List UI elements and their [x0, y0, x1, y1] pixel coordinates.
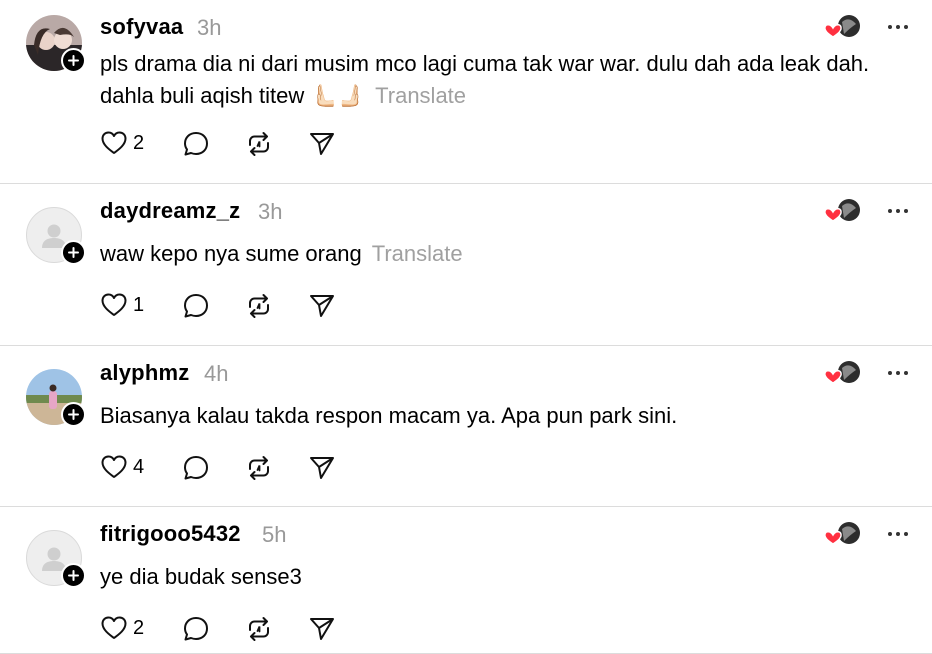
reply-text: waw kepo nya sume orang Translate: [100, 238, 920, 270]
reply-text-line: dahla buli aqish titew 🫷🏻🫸🏻: [100, 83, 366, 108]
send-icon: [310, 618, 334, 640]
like-count: 1: [133, 293, 145, 316]
comment-icon: [184, 456, 208, 480]
like-button[interactable]: 4: [100, 454, 144, 480]
comment-icon: [184, 617, 208, 641]
repost-button[interactable]: [245, 292, 273, 320]
comment-icon: [184, 132, 208, 156]
like-button[interactable]: 2: [100, 615, 144, 641]
reply-button[interactable]: [182, 292, 210, 320]
heart-icon: [101, 131, 127, 154]
more-options-button[interactable]: [884, 525, 912, 543]
repost-icon: [249, 617, 269, 641]
repost-icon: [249, 294, 269, 318]
more-horizontal-icon: [888, 209, 908, 213]
liked-by-author-icon: [822, 12, 862, 42]
share-button[interactable]: [308, 615, 336, 643]
action-bar: 1: [100, 292, 360, 322]
more-horizontal-icon: [888, 371, 908, 375]
username[interactable]: sofyvaa: [100, 14, 183, 40]
heart-icon: [101, 455, 127, 478]
more-options-button[interactable]: [884, 18, 912, 36]
like-count: 2: [133, 616, 145, 639]
username[interactable]: daydreamz_z: [100, 198, 240, 224]
repost-button[interactable]: [245, 615, 273, 643]
share-button[interactable]: [308, 292, 336, 320]
repost-icon: [249, 456, 269, 480]
username[interactable]: alyphmz: [100, 360, 189, 386]
plus-icon: [68, 247, 79, 258]
follow-button[interactable]: [61, 240, 86, 265]
send-icon: [310, 133, 334, 155]
like-button[interactable]: 2: [100, 130, 144, 156]
liked-by-author-icon: [822, 519, 862, 549]
action-bar: 2: [100, 130, 360, 160]
comment-icon: [184, 294, 208, 318]
more-horizontal-icon: [888, 25, 908, 29]
more-options-button[interactable]: [884, 364, 912, 382]
heart-icon: [101, 616, 127, 639]
liked-by-author-icon: [822, 358, 862, 388]
repost-button[interactable]: [245, 454, 273, 482]
reply-text: pls drama dia ni dari musim mco lagi cum…: [100, 48, 920, 112]
action-bar: 2: [100, 615, 360, 645]
thread-reply[interactable]: alyphmz 4h Biasanya kalau takda respon m…: [0, 346, 932, 507]
reply-button[interactable]: [182, 615, 210, 643]
plus-icon: [68, 570, 79, 581]
follow-button[interactable]: [61, 48, 86, 73]
like-count: 4: [133, 455, 145, 478]
send-icon: [310, 295, 334, 317]
username[interactable]: fitrigooo5432: [100, 521, 241, 547]
follow-button[interactable]: [61, 402, 86, 427]
reply-button[interactable]: [182, 130, 210, 158]
timestamp: 5h: [262, 522, 287, 547]
plus-icon: [68, 409, 79, 420]
plus-icon: [68, 55, 79, 66]
more-options-button[interactable]: [884, 202, 912, 220]
translate-link[interactable]: Translate: [372, 241, 463, 266]
reply-button[interactable]: [182, 454, 210, 482]
send-icon: [310, 457, 334, 479]
reply-text: ye dia budak sense3: [100, 561, 920, 593]
more-horizontal-icon: [888, 532, 908, 536]
reply-text: Biasanya kalau takda respon macam ya. Ap…: [100, 400, 920, 432]
reply-text-line: Biasanya kalau takda respon macam ya. Ap…: [100, 403, 678, 428]
follow-button[interactable]: [61, 563, 86, 588]
like-button[interactable]: 1: [100, 292, 144, 318]
timestamp: 4h: [204, 361, 229, 386]
timestamp: 3h: [258, 199, 283, 224]
share-button[interactable]: [308, 130, 336, 158]
reply-text-line: ye dia budak sense3: [100, 564, 302, 589]
like-count: 2: [133, 131, 145, 154]
repost-icon: [249, 132, 269, 156]
thread-reply[interactable]: fitrigooo5432 5h ye dia budak sense3 2: [0, 507, 932, 654]
share-button[interactable]: [308, 454, 336, 482]
reply-text-line: pls drama dia ni dari musim mco lagi cum…: [100, 51, 870, 76]
translate-link[interactable]: Translate: [375, 83, 466, 108]
liked-by-author-icon: [822, 196, 862, 226]
action-bar: 4: [100, 454, 360, 484]
thread-reply[interactable]: sofyvaa 3h pls drama dia ni dari musim m…: [0, 0, 932, 184]
heart-icon: [101, 293, 127, 316]
reply-text-line: waw kepo nya sume orang: [100, 241, 362, 266]
repost-button[interactable]: [245, 130, 273, 158]
timestamp: 3h: [197, 15, 222, 40]
thread-reply[interactable]: daydreamz_z 3h waw kepo nya sume orang Tr…: [0, 184, 932, 346]
